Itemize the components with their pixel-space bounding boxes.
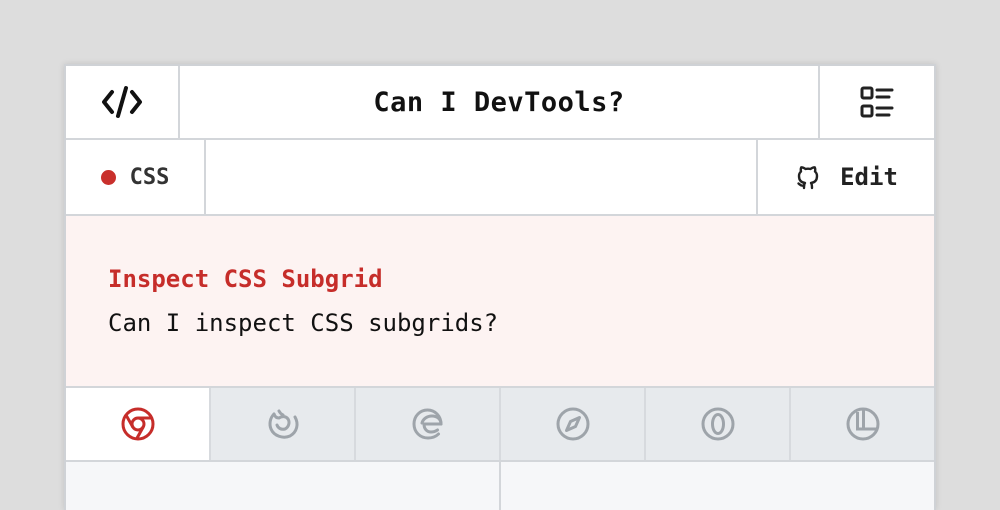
- home-link[interactable]: [66, 66, 180, 138]
- firefox-icon: [265, 406, 301, 442]
- opera-icon: [700, 406, 736, 442]
- sub-bar-spacer: [206, 140, 756, 214]
- category-dot: [100, 169, 116, 185]
- category-tag[interactable]: CSS: [66, 140, 206, 214]
- browser-tabs: [66, 388, 934, 462]
- tab-chrome[interactable]: [66, 388, 211, 460]
- page-title: Can I DevTools?: [373, 86, 625, 118]
- feature-title: Inspect CSS Subgrid: [108, 265, 383, 293]
- tab-edge[interactable]: [356, 388, 501, 460]
- list-menu-icon: [859, 85, 895, 119]
- github-icon: [794, 163, 822, 191]
- edit-label: Edit: [840, 163, 898, 191]
- category-label: CSS: [129, 164, 170, 190]
- tab-safari[interactable]: [501, 388, 646, 460]
- header: Can I DevTools?: [66, 66, 934, 140]
- tab-opera[interactable]: [646, 388, 791, 460]
- feature-card: Inspect CSS Subgrid Can I inspect CSS su…: [66, 216, 934, 388]
- polypane-icon: [845, 406, 881, 442]
- feature-description: Can I inspect CSS subgrids?: [108, 309, 499, 337]
- code-slash-icon: [100, 84, 144, 120]
- safari-icon: [555, 406, 591, 442]
- chrome-icon: [120, 406, 156, 442]
- menu-button[interactable]: [818, 66, 934, 138]
- edge-icon: [410, 406, 446, 442]
- support-content: [66, 462, 934, 510]
- sub-bar: CSS Edit: [66, 140, 934, 216]
- content-divider: [499, 462, 501, 510]
- tab-polypane[interactable]: [791, 388, 934, 460]
- app-window: Can I DevTools? CSS Edit Inspect CSS Sub…: [64, 64, 936, 510]
- edit-button[interactable]: Edit: [756, 140, 934, 214]
- tab-firefox[interactable]: [211, 388, 356, 460]
